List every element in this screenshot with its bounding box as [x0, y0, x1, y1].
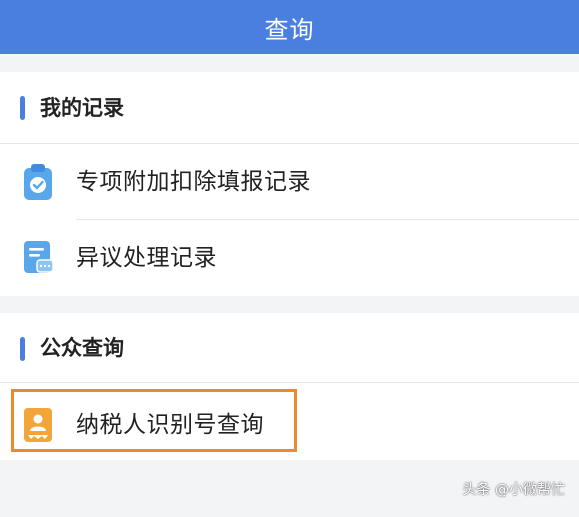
list-item-objection-records[interactable]: 异议处理记录 [0, 220, 579, 296]
section-title-my-records: 我的记录 [40, 96, 124, 120]
section-header: 我的记录 [0, 72, 579, 144]
section-header: 公众查询 [0, 313, 579, 383]
list-item-label: 异议处理记录 [76, 245, 217, 271]
section-accent-bar [20, 96, 25, 120]
section-accent-bar [20, 337, 25, 361]
list-item-label: 专项附加扣除填报记录 [76, 169, 311, 195]
clipboard-check-icon [22, 163, 54, 201]
id-badge-icon [22, 406, 54, 444]
document-chat-icon [22, 239, 54, 277]
public-query-section: 公众查询 纳税人识别号查询 [0, 313, 579, 460]
app-header: 查询 [0, 0, 579, 54]
page-title: 查询 [264, 15, 315, 44]
my-records-section: 我的记录 专项附加扣除填报记录 异议处理记录 [0, 72, 579, 296]
list-item-special-deduction-records[interactable]: 专项附加扣除填报记录 [0, 144, 579, 220]
section-title-public-query: 公众查询 [40, 336, 124, 360]
watermark: 头条 @小微帮忙 [462, 482, 565, 498]
list-item-label: 纳税人识别号查询 [76, 412, 264, 438]
list-item-taxpayer-id-query[interactable]: 纳税人识别号查询 [0, 387, 579, 463]
